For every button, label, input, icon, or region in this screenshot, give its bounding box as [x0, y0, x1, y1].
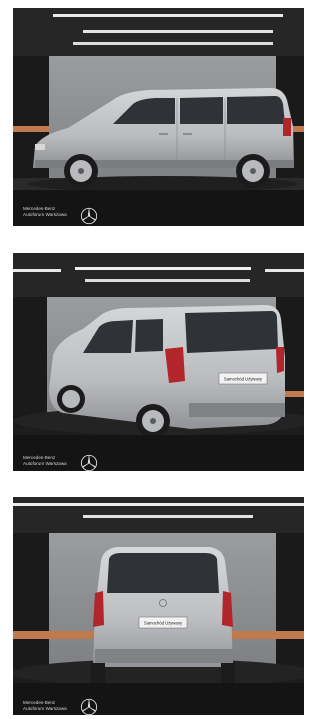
- car-rear-three-quarter-image: Samochód Używany: [13, 253, 304, 471]
- car-side-image: [13, 8, 304, 226]
- mercedes-star-icon: [80, 454, 98, 471]
- car-photo-side[interactable]: Mercedes-Benz Autoforum Warszawa: [13, 8, 304, 226]
- dealer-location: Autoforum Warszawa: [23, 460, 67, 466]
- car-rear-image: Samochód Używany: [13, 497, 304, 715]
- mercedes-star-icon: [80, 207, 98, 225]
- car-photo-rear[interactable]: Samochód Używany Mercedes-Benz Autoforum…: [13, 497, 304, 715]
- dealer-name: Mercedes-Benz Autoforum Warszawa: [23, 455, 67, 466]
- dealer-location: Autoforum Warszawa: [23, 211, 67, 217]
- plate-label: Samochód Używany: [144, 621, 183, 626]
- dealer-name: Mercedes-Benz Autoforum Warszawa: [23, 700, 67, 711]
- car-photo-rear-three-quarter[interactable]: Samochód Używany Mercedes-Benz Autoforum…: [13, 253, 304, 471]
- plate-label: Samochód Używany: [224, 377, 263, 382]
- dealer-location: Autoforum Warszawa: [23, 705, 67, 711]
- mercedes-star-icon: [80, 698, 98, 715]
- dealer-name: Mercedes-Benz Autoforum Warszawa: [23, 206, 67, 217]
